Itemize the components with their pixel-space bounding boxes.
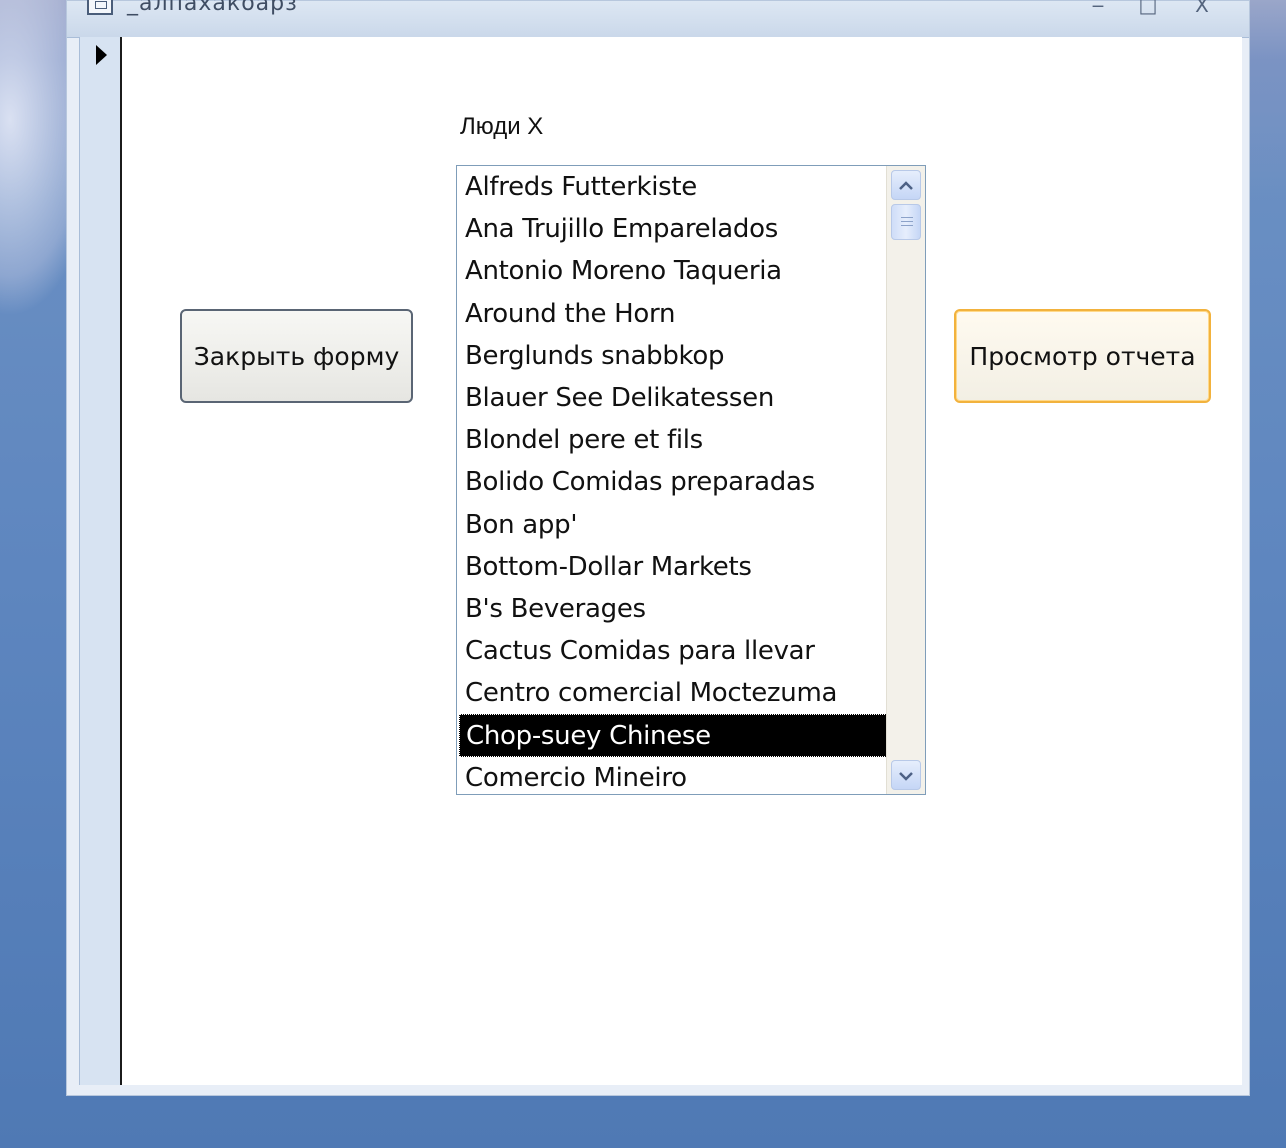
view-report-button[interactable]: Просмотр отчета <box>954 309 1211 403</box>
form-window-icon <box>87 0 113 15</box>
maximize-button[interactable]: □ <box>1133 0 1163 17</box>
list-item[interactable]: Around the Horn <box>459 293 887 335</box>
scroll-thumb[interactable] <box>891 204 921 240</box>
list-item[interactable]: Comercio Mineiro <box>459 757 887 794</box>
list-item[interactable]: Blondel pere et fils <box>459 419 887 461</box>
list-item[interactable]: Berglunds snabbkop <box>459 335 887 377</box>
close-form-button[interactable]: Закрыть форму <box>180 309 413 403</box>
window-title: _алпахакоарз <box>127 0 298 16</box>
list-item[interactable]: Chop-suey Chinese <box>459 714 887 757</box>
list-item[interactable]: Bolido Comidas preparadas <box>459 461 887 503</box>
list-item[interactable]: Bon app' <box>459 504 887 546</box>
form-body: Люди X Alfreds Futterkiste Ana Trujillo E… <box>79 37 1242 1085</box>
listbox-scrollbar[interactable] <box>886 166 925 794</box>
list-item[interactable]: Antonio Moreno Taqueria <box>459 250 887 292</box>
chevron-down-icon <box>899 766 913 785</box>
form-window: _алпахакоарз ‒ □ X Люди X Alfreds Futter… <box>66 0 1250 1096</box>
close-window-button[interactable]: X <box>1187 0 1217 17</box>
list-item[interactable]: Bottom-Dollar Markets <box>459 546 887 588</box>
list-item[interactable]: B's Beverages <box>459 588 887 630</box>
list-items: Alfreds Futterkiste Ana Trujillo Emparela… <box>459 166 887 794</box>
list-item[interactable]: Cactus Comidas para llevar <box>459 630 887 672</box>
scroll-down-button[interactable] <box>891 760 921 790</box>
list-item[interactable]: Ana Trujillo Emparelados <box>459 208 887 250</box>
people-listbox[interactable]: Alfreds Futterkiste Ana Trujillo Emparela… <box>456 165 926 795</box>
list-label: Люди X <box>460 113 544 140</box>
scroll-up-button[interactable] <box>891 170 921 200</box>
title-bar[interactable]: _алпахакоарз ‒ □ X <box>67 0 1249 38</box>
list-item[interactable]: Centro comercial Moctezuma <box>459 672 887 714</box>
chevron-up-icon <box>899 176 913 195</box>
minimize-button[interactable]: ‒ <box>1083 0 1113 17</box>
record-pointer-arrow-icon <box>96 45 107 65</box>
list-item[interactable]: Blauer See Delikatessen <box>459 377 887 419</box>
list-item[interactable]: Alfreds Futterkiste <box>459 166 887 208</box>
record-selector[interactable] <box>80 37 122 1085</box>
